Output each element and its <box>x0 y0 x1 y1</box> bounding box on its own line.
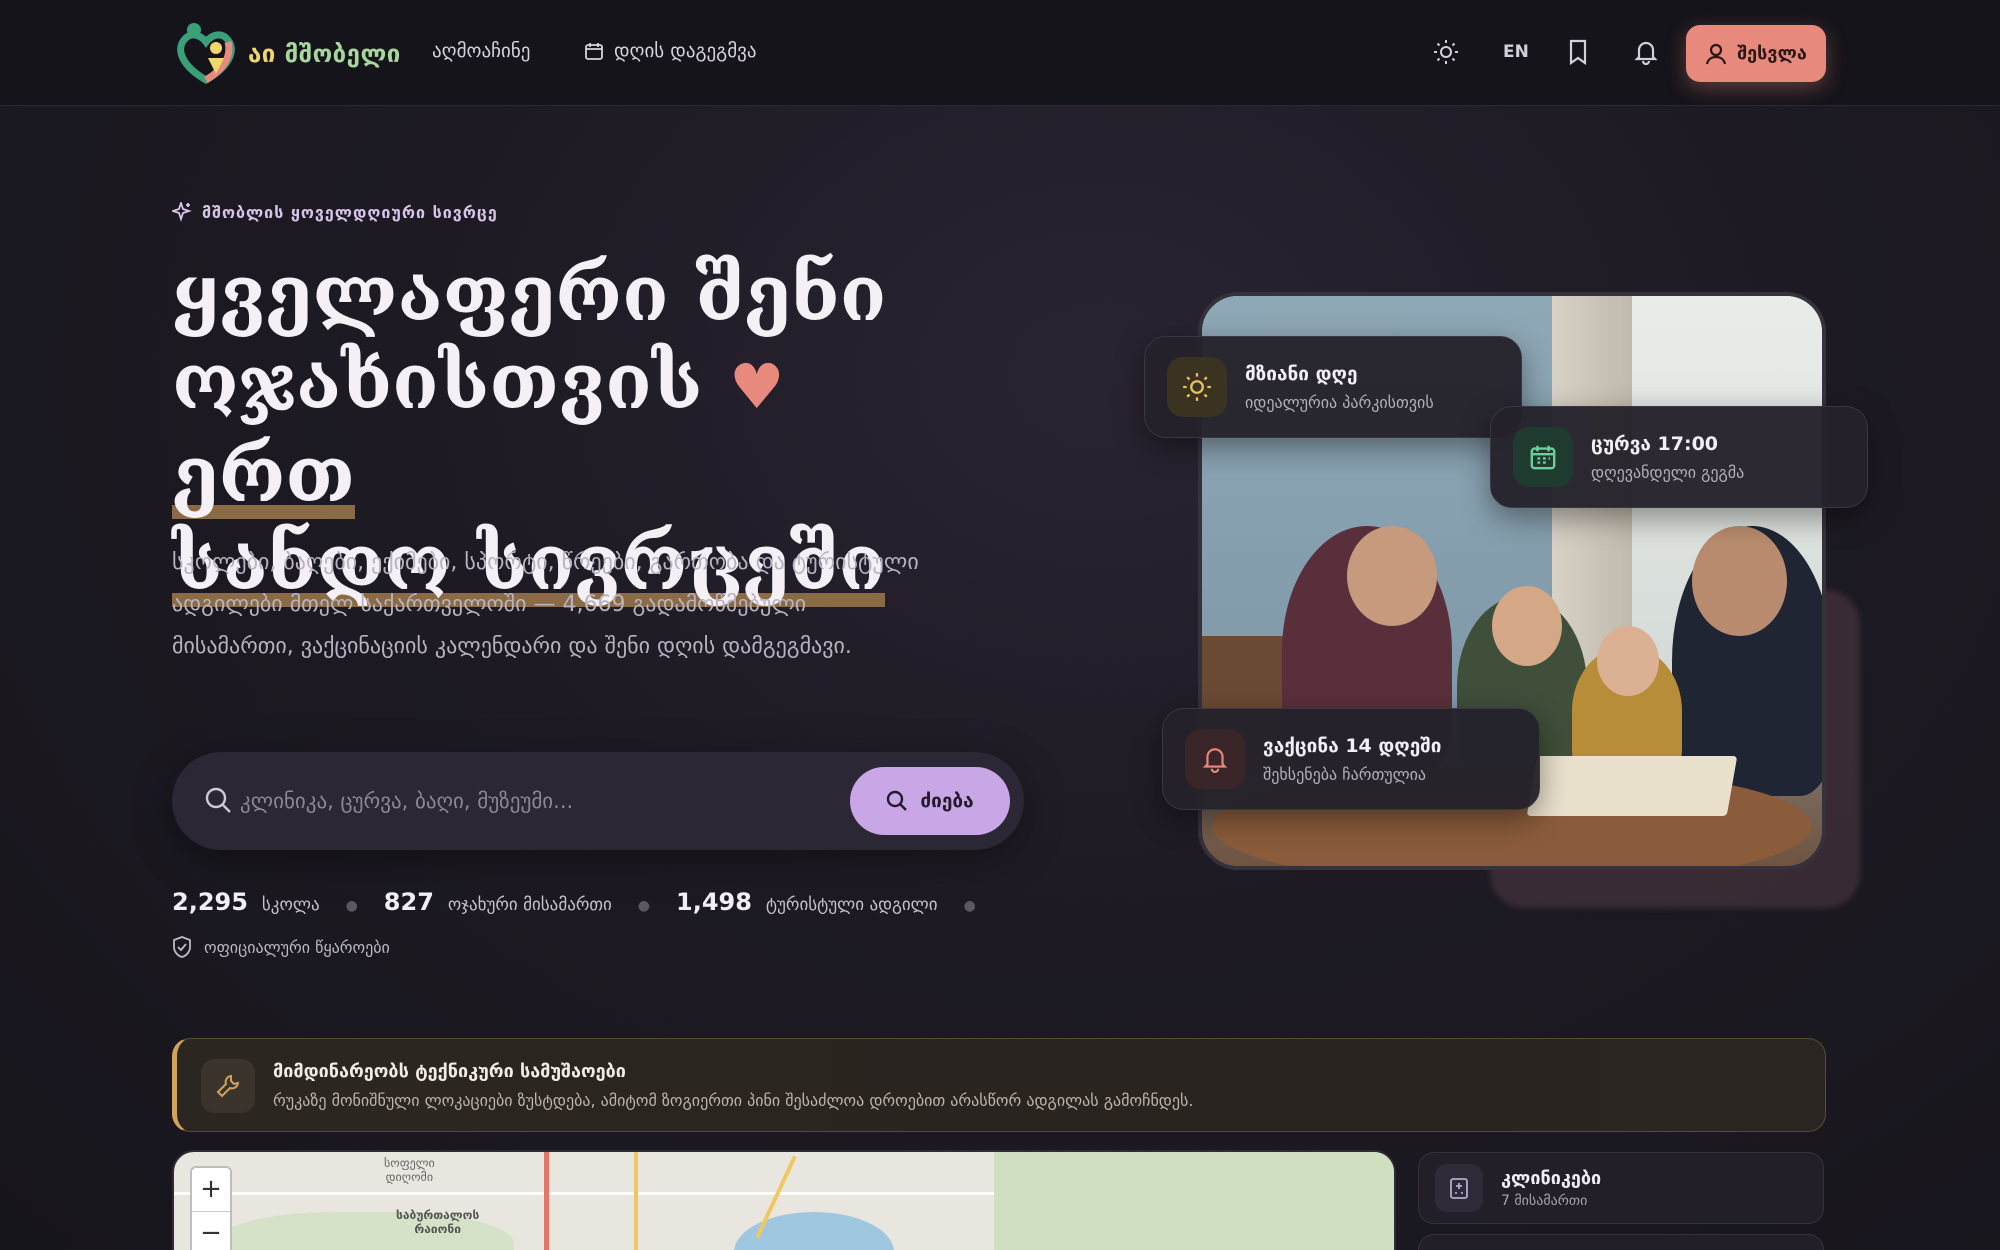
search-icon <box>205 787 231 813</box>
nav-plan-link[interactable]: დღის დაგეგმვა <box>584 40 757 62</box>
hero-description: სკოლები, ბაღები, ექიმები, სპორტი, წრეები… <box>172 550 919 659</box>
photo-mother-head <box>1347 526 1437 626</box>
sparkle-icon <box>172 202 192 222</box>
vaccine-card-subtitle: შეხსენება ჩართულია <box>1263 764 1427 784</box>
logo-text[interactable]: აი მშობელი <box>248 40 401 68</box>
stats-row: 2,295 სკოლა ● 827 ოჯახური მისამართი ● 1,… <box>172 888 988 916</box>
eyebrow-text: მშობლის ყოველდღიური სივრცე <box>202 202 498 222</box>
category-count: 7 მისამართი <box>1501 1192 1588 1209</box>
photo-girl-head <box>1597 626 1659 696</box>
weather-card-subtitle: იდეალურია პარკისთვის <box>1245 392 1434 412</box>
map-label-saburtalo: საბურთალოს რაიონი <box>396 1208 480 1236</box>
plan-card[interactable]: ცურვა 17:00 დღევანდელი გეგმა <box>1490 406 1868 508</box>
plan-card-subtitle: დღევანდელი გეგმა <box>1591 462 1745 482</box>
zoom-out-button[interactable]: − <box>192 1212 230 1250</box>
map-road <box>174 1192 994 1195</box>
stat-schools-value: 2,295 <box>172 888 248 916</box>
nav-discover-link[interactable]: აღმოაჩინე <box>432 40 530 62</box>
separator-dot: ● <box>963 898 976 914</box>
logo-icon[interactable] <box>172 20 240 86</box>
calendar-icon <box>585 43 603 60</box>
search-input[interactable] <box>240 776 820 826</box>
top-navbar: აი მშობელი აღმოაჩინე დღის დაგეგმვა EN შე… <box>0 0 2000 106</box>
nav-discover-label: აღმოაჩინე <box>432 40 531 62</box>
nav-plan-label: დღის დაგეგმვა <box>614 40 757 62</box>
photo-boy-head <box>1492 586 1562 666</box>
sun-icon <box>1434 40 1458 64</box>
sun-icon <box>1167 357 1227 417</box>
stat-schools-label: სკოლა <box>261 895 320 915</box>
calendar-icon <box>1513 427 1573 487</box>
hospital-icon <box>1435 1164 1483 1212</box>
category-item-clinics[interactable]: კლინიკები 7 მისამართი <box>1418 1152 1824 1224</box>
search-button-label: ძიება <box>920 790 974 812</box>
notifications-button[interactable] <box>1632 38 1660 66</box>
saved-button[interactable] <box>1564 38 1592 66</box>
photo-book <box>1526 756 1738 816</box>
notice-text: რუკაზე მონიშნული ლოკაციები ზუსტდება, ამი… <box>273 1091 1194 1110</box>
photo-father-head <box>1692 526 1787 636</box>
official-sources: ოფიციალური წყაროები <box>172 936 390 958</box>
search-button[interactable]: ძიება <box>850 767 1010 835</box>
stat-family-value: 827 <box>383 888 434 916</box>
category-title: კლინიკები <box>1501 1167 1602 1189</box>
map-road <box>544 1152 549 1250</box>
language-switch[interactable]: EN <box>1503 42 1529 62</box>
separator-dot: ● <box>637 898 650 914</box>
weather-card-title: მზიანი დღე <box>1245 362 1358 385</box>
official-sources-label: ოფიციალური წყაროები <box>204 937 390 957</box>
bell-icon <box>1634 41 1658 65</box>
weather-card[interactable]: მზიანი დღე იდეალურია პარკისთვის <box>1144 336 1522 438</box>
map-zoom-control: + − <box>190 1166 232 1250</box>
map-road <box>634 1152 638 1250</box>
heart-icon: ♥ <box>728 350 785 423</box>
stat-tourist-value: 1,498 <box>676 888 752 916</box>
wrench-icon <box>201 1059 255 1113</box>
shield-check-icon <box>173 936 191 958</box>
logo-word-1: აი <box>248 40 276 68</box>
map-forest-area <box>994 1152 1394 1250</box>
stat-family-label: ოჯახური მისამართი <box>447 895 612 915</box>
map-label-digomi: სოფელი დიღომი <box>384 1156 435 1184</box>
hero-title-line-2: ოჯახისთვის <box>172 337 703 426</box>
user-icon <box>1706 43 1727 64</box>
theme-toggle-button[interactable] <box>1432 38 1460 66</box>
search-icon <box>887 790 908 811</box>
hero-title-highlight-1: ერთ <box>172 430 355 519</box>
plan-card-title: ცურვა 17:00 <box>1591 432 1719 455</box>
bell-icon <box>1185 729 1245 789</box>
map-view[interactable]: სოფელი დიღომი საბურთალოს რაიონი + − <box>172 1150 1396 1250</box>
logo-word-2: მშობელი <box>284 40 401 68</box>
vaccine-reminder-card[interactable]: ვაქცინა 14 დღეში შეხსენება ჩართულია <box>1162 708 1540 810</box>
login-label: შესვლა <box>1737 43 1807 64</box>
vaccine-card-title: ვაქცინა 14 დღეში <box>1263 734 1442 757</box>
notice-title: მიმდინარეობს ტექნიკური სამუშაოები <box>273 1061 626 1082</box>
hero-eyebrow: მშობლის ყოველდღიური სივრცე <box>172 202 498 222</box>
zoom-in-button[interactable]: + <box>192 1168 230 1212</box>
hero-title-line-1: ყველაფერი შენი <box>172 249 887 338</box>
maintenance-notice: მიმდინარეობს ტექნიკური სამუშაოები რუკაზე… <box>172 1038 1826 1132</box>
category-item[interactable] <box>1418 1234 1824 1250</box>
login-button[interactable]: შესვლა <box>1686 25 1826 82</box>
bookmark-icon <box>1569 39 1587 65</box>
search-bar: ძიება <box>172 752 1024 850</box>
stat-tourist-label: ტურისტული ადგილი <box>765 895 938 915</box>
separator-dot: ● <box>345 898 358 914</box>
